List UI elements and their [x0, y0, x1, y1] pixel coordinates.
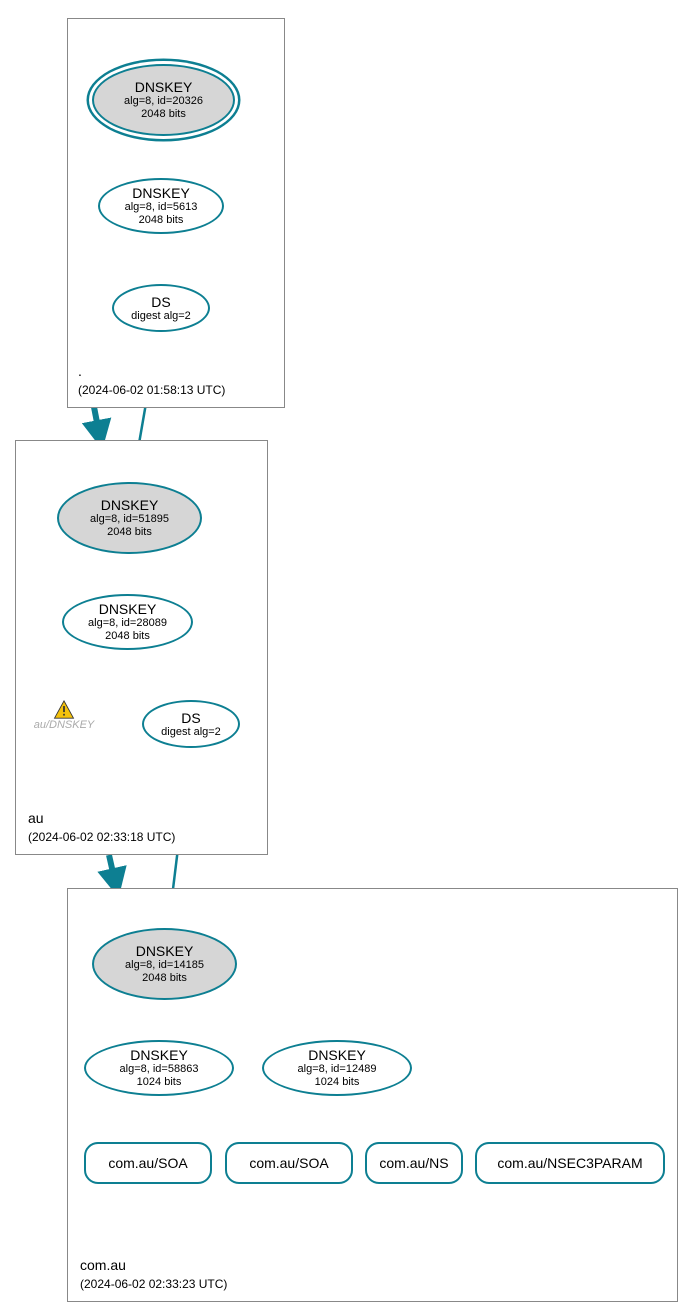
rrset-label: com.au/SOA	[108, 1155, 187, 1171]
rrset-soa-2: com.au/SOA	[225, 1142, 353, 1184]
au-zsk: DNSKEY alg=8, id=28089 2048 bits	[62, 594, 193, 650]
node-alg: alg=8, id=12489	[298, 1063, 377, 1076]
node-title: DNSKEY	[99, 601, 157, 617]
au-ksk: DNSKEY alg=8, id=51895 2048 bits	[57, 482, 202, 554]
au-dnskey-warning: au/DNSKEY	[24, 700, 104, 731]
node-title: DS	[151, 294, 170, 310]
rrset-label: com.au/NSEC3PARAM	[497, 1155, 642, 1171]
node-bits: 2048 bits	[139, 214, 184, 227]
node-title: DNSKEY	[130, 1047, 188, 1063]
warning-icon	[53, 700, 75, 719]
zone-au-name: au	[28, 810, 44, 826]
rrset-label: com.au/SOA	[249, 1155, 328, 1171]
node-title: DNSKEY	[101, 497, 159, 513]
node-alg: alg=8, id=14185	[125, 959, 204, 972]
dnssec-graph: . (2024-06-02 01:58:13 UTC) au (2024-06-…	[0, 0, 692, 1312]
root-zsk: DNSKEY alg=8, id=5613 2048 bits	[98, 178, 224, 234]
root-ksk: DNSKEY alg=8, id=20326 2048 bits	[92, 64, 235, 136]
node-alg: alg=8, id=5613	[125, 201, 198, 214]
node-bits: 2048 bits	[105, 630, 150, 643]
node-title: DS	[181, 710, 200, 726]
node-alg: alg=8, id=28089	[88, 617, 167, 630]
node-alg: alg=8, id=51895	[90, 513, 169, 526]
node-bits: 1024 bits	[315, 1076, 360, 1089]
node-title: DNSKEY	[132, 185, 190, 201]
node-alg: digest alg=2	[161, 726, 221, 739]
node-bits: 2048 bits	[141, 108, 186, 121]
zone-root-date: (2024-06-02 01:58:13 UTC)	[78, 383, 225, 397]
zone-root-name: .	[78, 363, 82, 379]
zone-au-date: (2024-06-02 02:33:18 UTC)	[28, 830, 175, 844]
rrset-ns: com.au/NS	[365, 1142, 463, 1184]
node-bits: 2048 bits	[107, 526, 152, 539]
comau-zsk-58863: DNSKEY alg=8, id=58863 1024 bits	[84, 1040, 234, 1096]
rrset-label: com.au/NS	[379, 1155, 448, 1171]
node-bits: 2048 bits	[142, 972, 187, 985]
warning-label: au/DNSKEY	[34, 719, 95, 731]
rrset-nsec3param: com.au/NSEC3PARAM	[475, 1142, 665, 1184]
node-title: DNSKEY	[135, 79, 193, 95]
au-ds: DS digest alg=2	[142, 700, 240, 748]
node-alg: digest alg=2	[131, 310, 191, 323]
zone-comau-date: (2024-06-02 02:33:23 UTC)	[80, 1277, 227, 1291]
node-bits: 1024 bits	[137, 1076, 182, 1089]
comau-ksk: DNSKEY alg=8, id=14185 2048 bits	[92, 928, 237, 1000]
comau-zsk-12489: DNSKEY alg=8, id=12489 1024 bits	[262, 1040, 412, 1096]
node-alg: alg=8, id=58863	[120, 1063, 199, 1076]
node-alg: alg=8, id=20326	[124, 95, 203, 108]
node-title: DNSKEY	[136, 943, 194, 959]
zone-comau-name: com.au	[80, 1257, 126, 1273]
node-title: DNSKEY	[308, 1047, 366, 1063]
rrset-soa-1: com.au/SOA	[84, 1142, 212, 1184]
root-ds: DS digest alg=2	[112, 284, 210, 332]
